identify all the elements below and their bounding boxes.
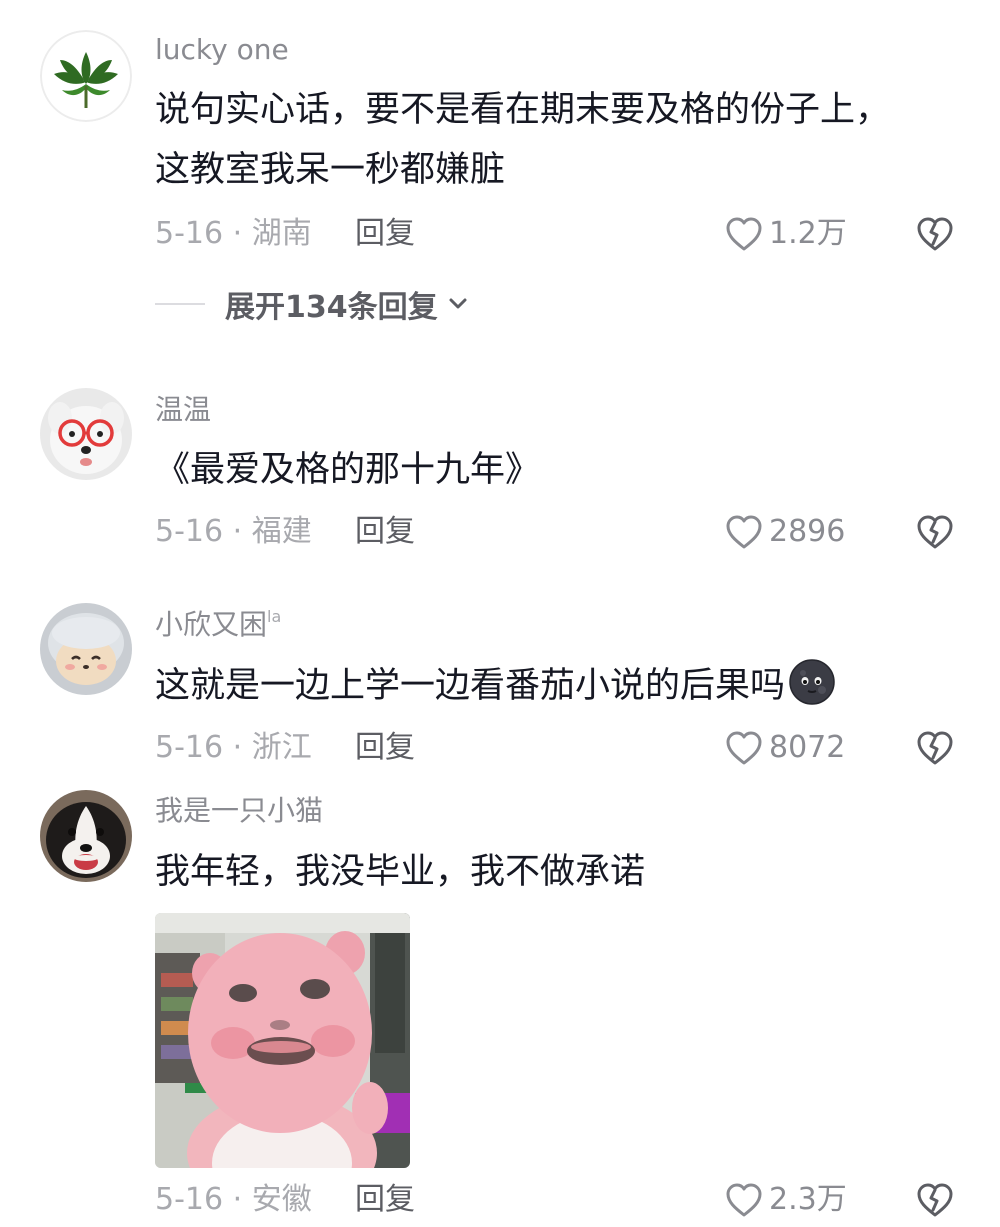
pink-bear-meme-image xyxy=(155,913,410,1168)
avatar[interactable] xyxy=(40,790,132,882)
like-button[interactable]: 2.3万 xyxy=(725,1180,847,1220)
avatar-plush-image xyxy=(40,603,132,695)
comment-text-line: 这教室我呆一秒都嫌脏 xyxy=(155,150,506,190)
comment-meta: 5-16 · 浙江 回复 8072 xyxy=(155,728,960,768)
avatar-leaf-image xyxy=(40,30,132,122)
heart-outline-icon xyxy=(726,731,762,765)
comment-date-location: 5-16 · 浙江 xyxy=(155,730,312,765)
heart-outline-icon xyxy=(726,217,762,251)
like-button[interactable]: 2896 xyxy=(725,512,845,552)
broken-heart-icon xyxy=(917,217,953,251)
comment-date-location: 5-16 · 湖南 xyxy=(155,216,312,251)
like-count: 2896 xyxy=(769,514,846,549)
expand-divider xyxy=(155,303,205,305)
comment-text-line: 《最爱及格的那十九年》 xyxy=(155,450,541,490)
dislike-button[interactable] xyxy=(915,1180,955,1220)
comment-text: 这就是一边上学一边看番茄小说的后果吗 xyxy=(155,656,955,716)
comment-text: 我年轻，我没毕业，我不做承诺 xyxy=(155,842,955,902)
comment-text: 《最爱及格的那十九年》 xyxy=(155,440,955,500)
comment-meta: 5-16 · 福建 回复 2896 xyxy=(155,512,960,552)
broken-heart-icon xyxy=(917,515,953,549)
broken-heart-icon xyxy=(917,731,953,765)
comment-text-line: 说句实心话，要不是看在期末要及格的份子上， xyxy=(155,90,891,130)
comment-username[interactable]: lucky one xyxy=(155,36,289,64)
reply-button[interactable]: 回复 xyxy=(355,728,415,768)
username-text: 小欣又困 xyxy=(155,608,268,641)
like-button[interactable]: 1.2万 xyxy=(725,214,847,254)
like-count: 1.2万 xyxy=(769,216,847,251)
comment-username[interactable]: 温温 xyxy=(155,396,211,424)
reply-button[interactable]: 回复 xyxy=(355,1180,415,1220)
like-count: 8072 xyxy=(769,730,846,765)
comment-date-location: 5-16 · 安徽 xyxy=(155,1182,312,1217)
broken-heart-icon xyxy=(917,1183,953,1217)
like-button[interactable]: 8072 xyxy=(725,728,845,768)
comment-username[interactable]: 我是一只小猫 xyxy=(155,797,323,825)
expand-replies-label: 展开134条回复 xyxy=(225,290,438,325)
comment-text-line: 我年轻，我没毕业，我不做承诺 xyxy=(155,852,646,892)
comment-meta: 5-16 · 安徽 回复 2.3万 xyxy=(155,1180,960,1220)
comment-image-sticker[interactable] xyxy=(155,913,410,1168)
dislike-button[interactable] xyxy=(915,728,955,768)
reply-button[interactable]: 回复 xyxy=(355,512,415,552)
reply-button[interactable]: 回复 xyxy=(355,214,415,254)
comment-item: lucky one 说句实心话，要不是看在期末要及格的份子上， 这教室我呆一秒都… xyxy=(0,0,1000,340)
comment-username[interactable]: 小欣又困la xyxy=(155,608,281,641)
heart-outline-icon xyxy=(726,515,762,549)
chevron-down-icon xyxy=(449,298,467,309)
heart-outline-icon xyxy=(726,1183,762,1217)
avatar-dog-glasses-image xyxy=(40,388,132,480)
comment-text-line: 这就是一边上学一边看番茄小说的后果吗 xyxy=(155,656,955,716)
avatar[interactable] xyxy=(40,388,132,480)
comment-meta: 5-16 · 湖南 回复 1.2万 xyxy=(155,214,960,254)
avatar-dog-image xyxy=(40,790,132,882)
like-count: 2.3万 xyxy=(769,1182,847,1217)
avatar[interactable] xyxy=(40,30,132,122)
comment-date-location: 5-16 · 福建 xyxy=(155,514,312,549)
dark-moon-face-emoji xyxy=(789,659,835,705)
username-suffix: la xyxy=(267,607,282,626)
comment-text: 说句实心话，要不是看在期末要及格的份子上， 这教室我呆一秒都嫌脏 xyxy=(155,80,955,200)
comment-text-body: 这就是一边上学一边看番茄小说的后果吗 xyxy=(155,666,786,706)
avatar[interactable] xyxy=(40,603,132,695)
dislike-button[interactable] xyxy=(915,512,955,552)
dislike-button[interactable] xyxy=(915,214,955,254)
expand-replies-button[interactable]: 展开134条回复 xyxy=(155,282,468,326)
